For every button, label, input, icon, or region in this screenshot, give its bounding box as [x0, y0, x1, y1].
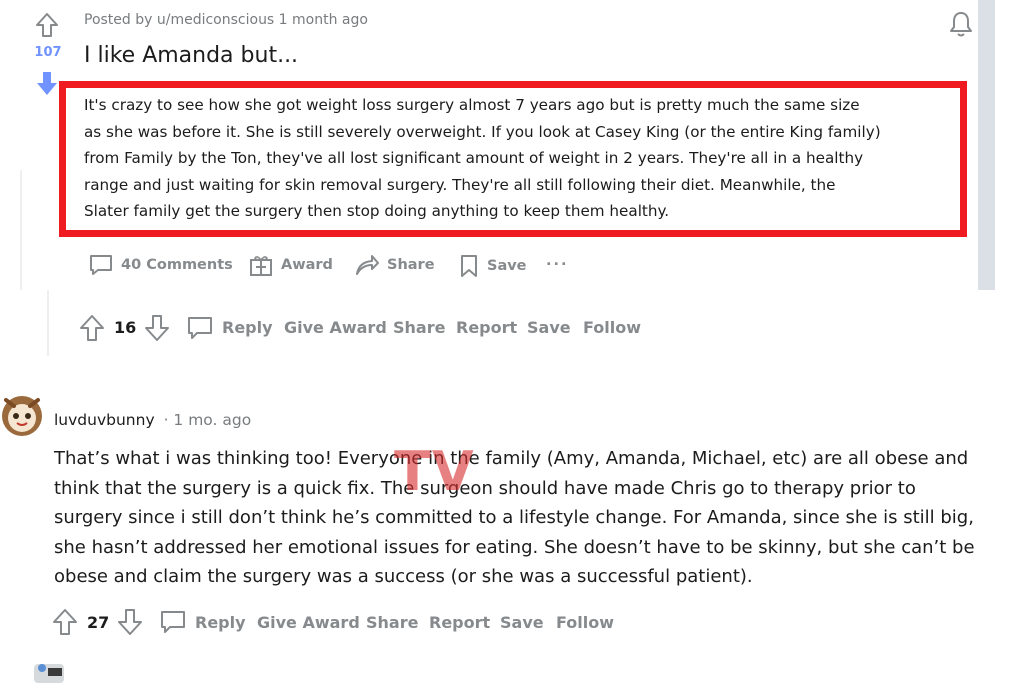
downvote-icon[interactable] [117, 608, 143, 636]
comment-icon [88, 253, 114, 277]
follow-button[interactable]: Follow [556, 613, 614, 632]
give-award-button[interactable]: Give Award [284, 318, 387, 337]
post-body-line: It's crazy to see how she got weight los… [84, 96, 860, 114]
comment-line: think that the surgery is a quick fix. T… [54, 477, 916, 499]
post-score: 107 [34, 45, 62, 60]
award-button[interactable]: Award [248, 253, 333, 277]
upvote-icon[interactable] [52, 608, 78, 636]
save-button[interactable]: Save [527, 318, 571, 337]
comment-score: 16 [114, 318, 137, 337]
save-button[interactable]: Save [458, 253, 527, 279]
share-arrow-icon [354, 253, 380, 277]
avatar[interactable] [0, 392, 44, 438]
downvote-icon[interactable] [35, 70, 59, 98]
award-label: Award [281, 257, 333, 273]
comment-line: obese and claim the surgery was a succes… [54, 566, 753, 587]
comment-line: That’s what i was thinking too! Everyone… [54, 448, 969, 469]
gift-icon [248, 253, 274, 277]
report-button[interactable]: Report [456, 318, 517, 337]
post-body-line: Slater family get the surgery then stop … [84, 202, 670, 220]
save-button[interactable]: Save [500, 613, 544, 632]
comment-score: 27 [87, 613, 110, 632]
share-label: Share [387, 257, 435, 273]
post-body: It's crazy to see how she got weight los… [84, 92, 984, 225]
avatar[interactable] [30, 658, 70, 683]
watermark: TV [394, 440, 475, 503]
notification-bell-icon[interactable] [948, 10, 974, 38]
comment-header: luvduvbunny · 1 mo. ago [54, 411, 251, 429]
bookmark-icon [458, 253, 480, 279]
share-button[interactable]: Share [393, 318, 445, 337]
reply-button[interactable]: Reply [222, 318, 273, 337]
more-options-button[interactable]: ... [546, 253, 569, 269]
comments-label: 40 Comments [121, 257, 233, 273]
post-body-line: range and just waiting for skin removal … [84, 175, 836, 194]
reply-icon[interactable] [159, 609, 187, 635]
reply-icon[interactable] [186, 315, 214, 341]
comment-body: That’s what i was thinking too! Everyone… [54, 444, 1019, 592]
thread-line[interactable] [20, 170, 22, 290]
save-label: Save [487, 258, 527, 274]
give-award-button[interactable]: Give Award [257, 613, 360, 632]
follow-button[interactable]: Follow [583, 318, 641, 337]
reply-button[interactable]: Reply [195, 613, 246, 632]
comment-line: surgery since i still don’t think he’s c… [54, 507, 974, 528]
post-title[interactable]: I like Amanda but... [84, 43, 298, 68]
share-button[interactable]: Share [354, 253, 435, 277]
post-body-line: from Family by the Ton, they've all lost… [84, 149, 864, 167]
thread-line[interactable] [47, 290, 49, 356]
comment-timestamp[interactable]: · 1 mo. ago [164, 411, 252, 429]
username-link[interactable]: luvduvbunny [54, 411, 155, 429]
share-button[interactable]: Share [366, 613, 418, 632]
comments-button[interactable]: 40 Comments [88, 253, 233, 277]
downvote-icon[interactable] [144, 314, 170, 342]
upvote-icon[interactable] [79, 314, 105, 342]
comment-line: she hasn’t addressed her emotional issue… [54, 536, 975, 558]
upvote-icon[interactable] [35, 12, 59, 38]
post-meta: Posted by u/mediconscious 1 month ago [84, 12, 368, 28]
report-button[interactable]: Report [429, 613, 490, 632]
post-body-line: as she was before it. She is still sever… [84, 122, 881, 141]
